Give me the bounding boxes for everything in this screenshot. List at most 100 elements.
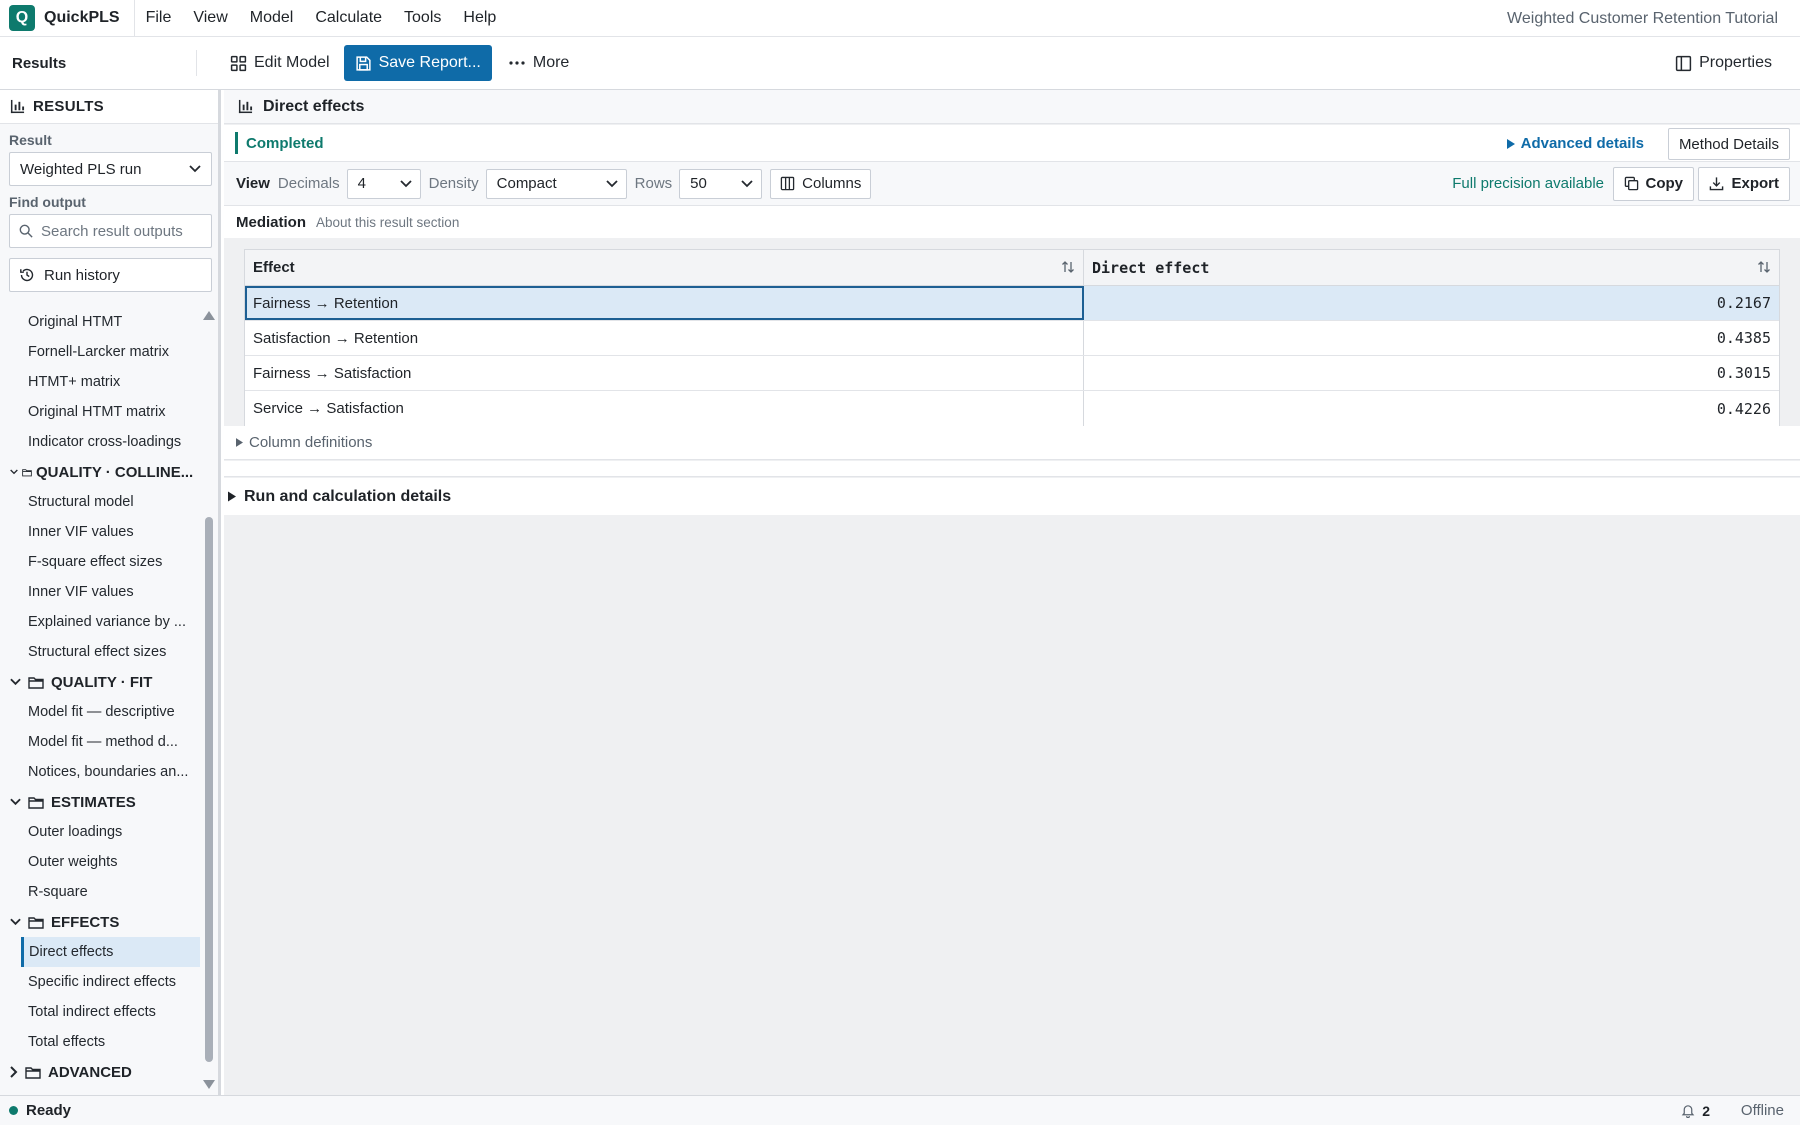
direct-effect-cell[interactable]: 0.4226 [1084,391,1779,426]
tree-group[interactable]: EFFECTS [0,907,200,937]
run-history-label: Run history [44,266,120,284]
menu-file[interactable]: File [135,0,183,37]
scroll-down-icon[interactable] [203,1080,215,1089]
properties-panel-icon [1675,55,1692,71]
decimals-select[interactable]: 4 [346,168,421,199]
tree-item[interactable]: Explained variance by ... [0,607,200,637]
notifications-button[interactable]: 2 [1681,1103,1710,1119]
sidebar-scrollbar[interactable] [202,307,216,1095]
method-details-button[interactable]: Method Details [1667,128,1790,160]
table-header-row: Effect Direct effect [245,250,1779,286]
tree-item[interactable]: Model fit — descriptive [0,697,200,727]
chevron-down-icon [189,165,201,173]
tree-item[interactable]: Inner VIF values [0,577,200,607]
table-row[interactable]: Service → Satisfaction 0.4226 [245,391,1779,426]
properties-button[interactable]: Properties [1665,45,1782,81]
tree-group-label: ADVANCED [48,1063,132,1081]
export-label: Export [1731,175,1779,192]
column-header-effect[interactable]: Effect [245,250,1084,285]
effect-cell[interactable]: Fairness → Satisfaction [245,356,1084,390]
direct-effect-cell[interactable]: 0.4385 [1084,321,1779,355]
effect-cell[interactable]: Service → Satisfaction [245,391,1084,426]
edit-model-label: Edit Model [254,54,330,71]
menu-model[interactable]: Model [239,0,305,37]
full-precision-note: Full precision available [1452,175,1604,192]
copy-button[interactable]: Copy [1612,166,1694,201]
advanced-details-toggle[interactable]: Advanced details [1506,125,1644,162]
tree-item[interactable]: Original HTMT matrix [0,397,200,427]
tree-item[interactable]: Model fit — method d... [0,727,200,757]
tree-group[interactable]: ESTIMATES [0,787,200,817]
save-report-button[interactable]: Save Report... [343,45,492,81]
more-button[interactable]: More [498,45,579,81]
tree-group-label: ESTIMATES [51,793,136,811]
tree-item[interactable]: Structural model [0,487,200,517]
scroll-thumb[interactable] [205,517,213,1062]
section-about-link[interactable]: About this result section [316,215,459,230]
run-history-button[interactable]: Run history [9,258,212,292]
chevron-right-icon[interactable] [10,1066,18,1078]
tree-item[interactable]: F-square effect sizes [0,547,200,577]
chevron-down-icon[interactable] [10,678,21,686]
chevron-down-icon[interactable] [10,918,21,926]
menu-help[interactable]: Help [452,0,507,37]
tree-group[interactable]: QUALITY · FIT [0,667,200,697]
menu-calculate[interactable]: Calculate [304,0,393,37]
download-icon [1710,177,1724,191]
tree-item[interactable]: Notices, boundaries an... [0,757,200,787]
column-definitions-label: Column definitions [249,434,373,451]
folder-icon [25,1066,41,1079]
edit-model-button[interactable]: Edit Model [220,45,340,81]
caret-right-icon [236,438,243,447]
tree-item[interactable]: Specific indirect effects [0,967,200,997]
result-select[interactable]: Weighted PLS run [9,152,212,186]
tree-group[interactable]: QUALITY · COLLINE... [0,457,200,487]
tree-item[interactable]: HTMT+ matrix [0,367,200,397]
effect-cell[interactable]: Satisfaction → Retention [245,321,1084,355]
find-output-label: Find output [9,194,86,210]
columns-button[interactable]: Columns [770,168,872,199]
direct-effect-cell[interactable]: 0.2167 [1084,286,1779,320]
view-label: View [236,175,270,192]
tree-item[interactable]: Structural effect sizes [0,637,200,667]
menu-tools[interactable]: Tools [393,0,452,37]
direct-effect-cell[interactable]: 0.3015 [1084,356,1779,390]
tree-item[interactable]: Original HTMT [0,307,200,337]
section-title: Mediation [236,213,306,231]
tree-group[interactable]: ADVANCED [0,1057,200,1087]
run-details-toggle[interactable]: Run and calculation details [224,478,1800,515]
tree-item[interactable]: Outer loadings [0,817,200,847]
rows-label: Rows [634,175,673,192]
effect-cell[interactable]: Fairness → Retention [245,286,1084,320]
chevron-down-icon[interactable] [10,798,21,806]
scroll-up-icon[interactable] [203,311,215,320]
tree-item[interactable]: Inner VIF values [0,517,200,547]
save-icon [355,55,371,71]
table-row[interactable]: Satisfaction → Retention 0.4385 [245,321,1779,356]
tree-item[interactable]: Total indirect effects [0,997,200,1027]
export-button[interactable]: Export [1698,166,1790,201]
search-input[interactable] [41,222,201,240]
menu-view[interactable]: View [182,0,238,37]
rows-select[interactable]: 50 [679,168,763,199]
notification-count: 2 [1702,1102,1710,1119]
density-select[interactable]: Compact [485,168,627,199]
tree-item[interactable]: Outer weights [0,847,200,877]
column-definitions-toggle[interactable]: Column definitions [224,426,1800,460]
tree-item[interactable]: Total effects [0,1027,200,1057]
tree-item[interactable]: R-square [0,877,200,907]
tree-item[interactable]: Fornell-Larcker matrix [0,337,200,367]
sort-icon[interactable] [1061,260,1075,274]
sort-icon[interactable] [1757,260,1771,274]
column-header-direct-effect[interactable]: Direct effect [1084,250,1779,285]
tree-item[interactable]: Indicator cross-loadings [0,427,200,457]
tree-item-label: Model fit — descriptive [28,704,175,720]
column-header-label: Effect [253,259,295,276]
sidebar-header-label: RESULTS [33,98,104,115]
advanced-details-label: Advanced details [1520,135,1644,152]
toolbar-title: Results [0,50,197,76]
tree-item-active[interactable]: Direct effects [21,937,200,967]
chevron-down-icon[interactable] [10,469,18,475]
table-row[interactable]: Fairness → Retention 0.2167 [245,286,1779,321]
table-row[interactable]: Fairness → Satisfaction 0.3015 [245,356,1779,391]
